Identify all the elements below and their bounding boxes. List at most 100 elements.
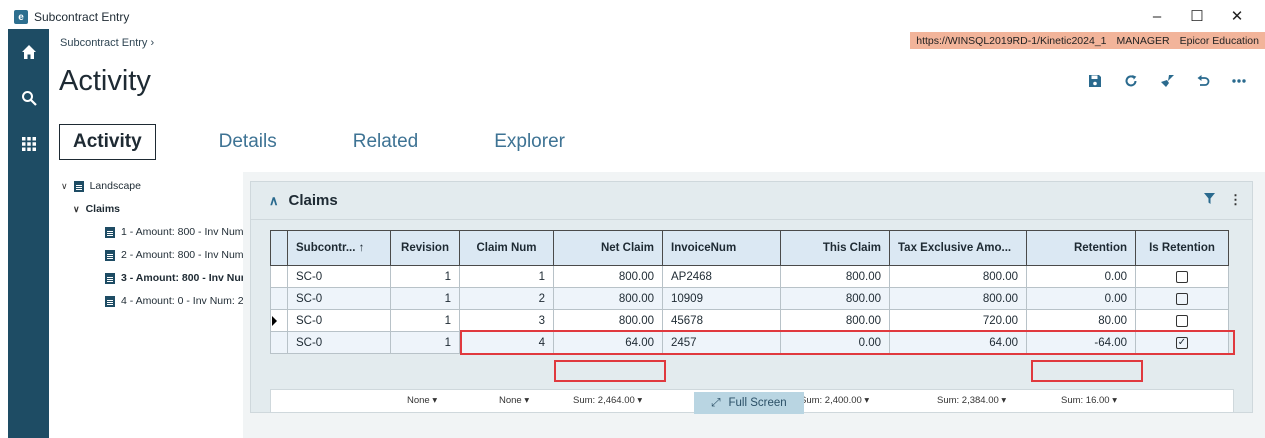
column-header-is-retention[interactable]: Is Retention xyxy=(1135,230,1229,266)
cell-invoice-num[interactable]: 10909 xyxy=(662,287,781,310)
session-company: Epicor Education xyxy=(1179,34,1259,47)
document-icon xyxy=(105,249,115,261)
session-user: MANAGER xyxy=(1116,34,1170,47)
refresh-icon[interactable] xyxy=(1123,73,1139,89)
filter-icon[interactable] xyxy=(1204,192,1215,208)
row-selector[interactable] xyxy=(270,309,288,332)
cell-revision[interactable]: 1 xyxy=(390,287,460,310)
cell-subcontract[interactable]: SC-0 xyxy=(287,331,391,354)
table-row[interactable]: SC-0 1 3 800.00 45678 800.00 720.00 80.0… xyxy=(270,309,1229,332)
column-header-net-claim[interactable]: Net Claim xyxy=(553,230,663,266)
cell-retention[interactable]: 0.00 xyxy=(1026,265,1136,288)
cell-revision[interactable]: 1 xyxy=(390,309,460,332)
tree-node-landscape[interactable]: ∨ Landscape xyxy=(61,180,141,192)
claims-card-header: ∧ Claims ⋮ xyxy=(251,182,1252,220)
retention-checkbox[interactable] xyxy=(1176,270,1188,283)
cell-this-claim[interactable]: 800.00 xyxy=(780,265,890,288)
cell-is-retention[interactable] xyxy=(1135,265,1229,288)
tree-item-claim-3[interactable]: 3 - Amount: 800 - Inv Num xyxy=(105,272,250,284)
chevron-up-icon[interactable]: ∧ xyxy=(269,193,279,209)
cell-net-claim[interactable]: 800.00 xyxy=(553,287,663,310)
column-header-invoice-num[interactable]: InvoiceNum xyxy=(662,230,781,266)
cell-this-claim[interactable]: 800.00 xyxy=(780,287,890,310)
summary-tax-exclusive[interactable]: Sum: 2,384.00 ▾ xyxy=(937,395,1006,406)
kebab-menu-icon[interactable]: ⋮ xyxy=(1229,192,1242,208)
summary-retention[interactable]: Sum: 16.00 ▾ xyxy=(1061,395,1117,406)
tab-details[interactable]: Details xyxy=(206,125,290,159)
search-icon xyxy=(21,91,37,106)
cell-net-claim[interactable]: 800.00 xyxy=(553,309,663,332)
tree-item-claim-2[interactable]: 2 - Amount: 800 - Inv Num xyxy=(105,249,244,261)
clear-icon[interactable] xyxy=(1159,73,1175,89)
cell-this-claim[interactable]: 800.00 xyxy=(780,309,890,332)
row-selector[interactable] xyxy=(270,287,288,310)
cell-tax-exclusive[interactable]: 800.00 xyxy=(889,265,1027,288)
maximize-button[interactable]: ☐ xyxy=(1177,5,1217,29)
cell-tax-exclusive[interactable]: 720.00 xyxy=(889,309,1027,332)
tab-activity[interactable]: Activity xyxy=(59,124,156,160)
column-header-tax-exclusive[interactable]: Tax Exclusive Amo... xyxy=(889,230,1027,266)
expand-icon: ⤢ xyxy=(711,396,721,409)
cell-retention[interactable]: 80.00 xyxy=(1026,309,1136,332)
tree-node-label: Claims xyxy=(85,203,121,215)
chevron-down-icon[interactable]: ∨ xyxy=(61,181,68,192)
close-button[interactable]: ✕ xyxy=(1217,5,1257,29)
cell-tax-exclusive[interactable]: 800.00 xyxy=(889,287,1027,310)
tab-related[interactable]: Related xyxy=(340,125,432,159)
table-row[interactable]: SC-0 1 1 800.00 AP2468 800.00 800.00 0.0… xyxy=(270,265,1229,288)
tree-item-claim-4[interactable]: 4 - Amount: 0 - Inv Num: 2 xyxy=(105,295,244,307)
more-icon[interactable] xyxy=(1231,73,1247,89)
highlight-row-4 xyxy=(460,330,1235,355)
cell-revision[interactable]: 1 xyxy=(390,265,460,288)
minimize-button[interactable]: – xyxy=(1137,5,1177,29)
document-icon xyxy=(105,295,115,307)
summary-this-claim[interactable]: Sum: 2,400.00 ▾ xyxy=(800,395,869,406)
cell-subcontract[interactable]: SC-0 xyxy=(287,265,391,288)
cell-claim-num[interactable]: 2 xyxy=(459,287,554,310)
tab-bar: Activity Details Related Explorer xyxy=(59,124,628,160)
cell-net-claim[interactable]: 800.00 xyxy=(553,265,663,288)
search-button[interactable] xyxy=(8,75,49,121)
left-navigation xyxy=(8,29,49,438)
cell-retention[interactable]: 0.00 xyxy=(1026,287,1136,310)
column-header-this-claim[interactable]: This Claim xyxy=(780,230,890,266)
summary-revision[interactable]: None ▾ xyxy=(407,395,437,406)
breadcrumb[interactable]: Subcontract Entry › xyxy=(60,37,154,49)
tree-item-claim-1[interactable]: 1 - Amount: 800 - Inv Num xyxy=(105,226,244,238)
row-selector-header xyxy=(270,230,288,266)
row-selector[interactable] xyxy=(270,331,288,354)
cell-revision[interactable]: 1 xyxy=(390,331,460,354)
chevron-down-icon[interactable]: ∨ xyxy=(73,204,80,215)
highlight-net-claim-sum xyxy=(554,360,666,382)
cell-invoice-num[interactable]: 45678 xyxy=(662,309,781,332)
cell-is-retention[interactable] xyxy=(1135,309,1229,332)
column-header-subcontract[interactable]: Subcontr... ↑ xyxy=(287,230,391,266)
cell-subcontract[interactable]: SC-0 xyxy=(287,309,391,332)
save-icon[interactable] xyxy=(1087,73,1103,89)
full-screen-button[interactable]: ⤢ Full Screen xyxy=(694,392,804,414)
cell-subcontract[interactable]: SC-0 xyxy=(287,287,391,310)
retention-checkbox[interactable] xyxy=(1176,292,1188,305)
column-header-claim-num[interactable]: Claim Num xyxy=(459,230,554,266)
tree-node-claims[interactable]: ∨ Claims xyxy=(73,203,120,215)
cell-claim-num[interactable]: 3 xyxy=(459,309,554,332)
table-row[interactable]: SC-0 1 2 800.00 10909 800.00 800.00 0.00 xyxy=(270,287,1229,310)
grid-header-row: Subcontr... ↑ Revision Claim Num Net Cla… xyxy=(270,230,1229,266)
undo-icon[interactable] xyxy=(1195,73,1211,89)
cell-claim-num[interactable]: 1 xyxy=(459,265,554,288)
column-header-retention[interactable]: Retention xyxy=(1026,230,1136,266)
document-icon xyxy=(105,272,115,284)
row-selector[interactable] xyxy=(270,265,288,288)
tree-item-label: 4 - Amount: 0 - Inv Num: 2 xyxy=(121,295,244,307)
summary-claim-num[interactable]: None ▾ xyxy=(499,395,529,406)
retention-checkbox[interactable] xyxy=(1176,314,1188,327)
column-header-revision[interactable]: Revision xyxy=(390,230,460,266)
cell-is-retention[interactable] xyxy=(1135,287,1229,310)
tree-node-label: Landscape xyxy=(89,180,141,192)
apps-button[interactable] xyxy=(8,121,49,167)
toolbar xyxy=(1087,73,1247,89)
home-button[interactable] xyxy=(8,29,49,75)
tab-explorer[interactable]: Explorer xyxy=(481,125,578,159)
summary-net-claim[interactable]: Sum: 2,464.00 ▾ xyxy=(573,395,642,406)
cell-invoice-num[interactable]: AP2468 xyxy=(662,265,781,288)
